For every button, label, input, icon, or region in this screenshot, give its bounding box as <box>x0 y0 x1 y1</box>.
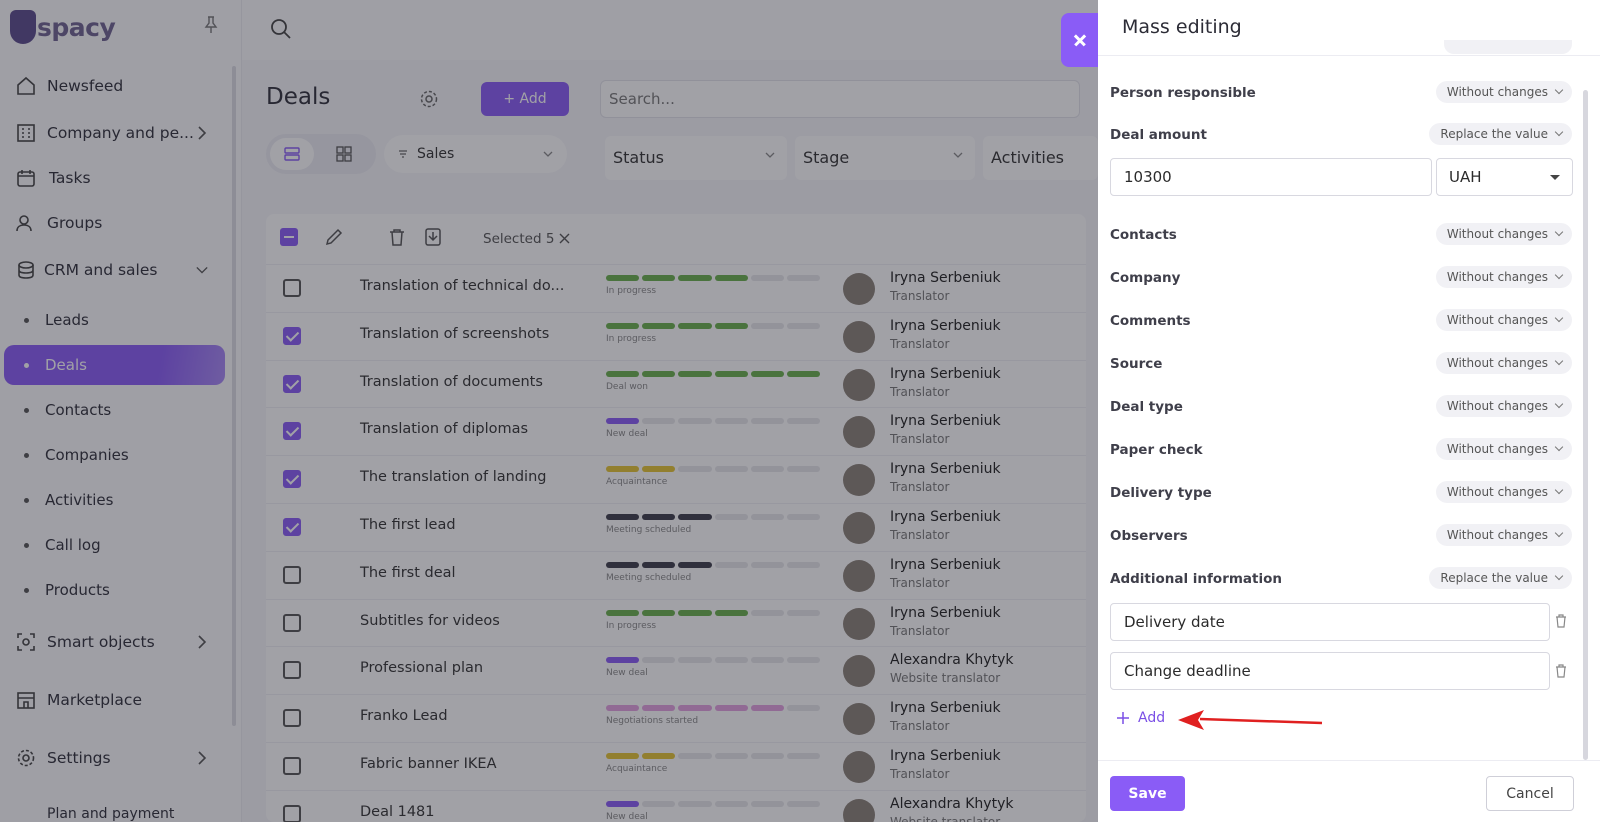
mode-select[interactable]: Replace the value <box>1429 123 1572 145</box>
field-label: Deal type <box>1110 399 1183 415</box>
currency-value: UAH <box>1449 168 1482 186</box>
mode-select[interactable]: Without changes <box>1435 395 1572 417</box>
panel-title: Mass editing <box>1122 16 1242 38</box>
trash-icon[interactable] <box>1555 614 1567 628</box>
mode-select[interactable]: Without changes <box>1435 438 1572 460</box>
divider <box>1098 760 1600 761</box>
plus-icon <box>1117 712 1129 724</box>
field-person-responsible: Person responsible Without changes <box>1110 81 1572 107</box>
save-button[interactable]: Save <box>1110 776 1185 811</box>
additional-info-input[interactable]: Delivery date <box>1110 603 1550 641</box>
modal-backdrop[interactable] <box>0 0 1098 822</box>
annotation-arrow-icon <box>1178 710 1323 730</box>
add-field-button[interactable]: Add <box>1116 710 1165 726</box>
currency-select[interactable]: UAH <box>1436 158 1573 196</box>
field-label: Additional information <box>1110 571 1282 587</box>
mode-select[interactable]: Without changes <box>1435 309 1572 331</box>
field-label: Source <box>1110 356 1163 372</box>
field-label: Contacts <box>1110 227 1177 243</box>
mode-select[interactable]: Without changes <box>1435 81 1572 103</box>
field-label: Delivery type <box>1110 485 1212 501</box>
field-label: Person responsible <box>1110 85 1256 101</box>
field-company: Company Without changes <box>1110 266 1572 292</box>
additional-info-input[interactable]: Change deadline <box>1110 652 1550 690</box>
caret-down-icon <box>1550 175 1560 180</box>
mode-select[interactable]: Without changes <box>1435 524 1572 546</box>
cancel-button[interactable]: Cancel <box>1486 776 1574 811</box>
panel-scrollbar[interactable] <box>1583 90 1588 760</box>
deal-amount-input[interactable]: 10300 <box>1110 158 1432 196</box>
field-deal-amount: Deal amount Replace the value <box>1110 123 1572 149</box>
add-field-label: Add <box>1138 710 1166 726</box>
mode-pill-partial <box>1444 40 1572 54</box>
field-label: Company <box>1110 270 1181 286</box>
field-delivery-type: Delivery type Without changes <box>1110 481 1572 507</box>
field-source: Source Without changes <box>1110 352 1572 378</box>
field-deal-type: Deal type Without changes <box>1110 395 1572 421</box>
field-additional-info: Additional information Replace the value <box>1110 567 1572 593</box>
field-label: Comments <box>1110 313 1191 329</box>
field-label: Observers <box>1110 528 1188 544</box>
mode-select[interactable]: Replace the value <box>1429 567 1572 589</box>
app: spacy Newsfeed Company and pe... Tasks G… <box>0 0 1600 822</box>
field-paper-check: Paper check Without changes <box>1110 438 1572 464</box>
field-contacts: Contacts Without changes <box>1110 223 1572 249</box>
divider <box>1098 55 1600 56</box>
field-label: Paper check <box>1110 442 1203 458</box>
trash-icon[interactable] <box>1555 664 1567 678</box>
close-panel-button[interactable] <box>1061 13 1098 67</box>
field-observers: Observers Without changes <box>1110 524 1572 550</box>
field-comments: Comments Without changes <box>1110 309 1572 335</box>
mode-select[interactable]: Without changes <box>1435 481 1572 503</box>
mode-select[interactable]: Without changes <box>1435 352 1572 374</box>
field-label: Deal amount <box>1110 127 1207 143</box>
mode-select[interactable]: Without changes <box>1435 266 1572 288</box>
mode-select[interactable]: Without changes <box>1435 223 1572 245</box>
